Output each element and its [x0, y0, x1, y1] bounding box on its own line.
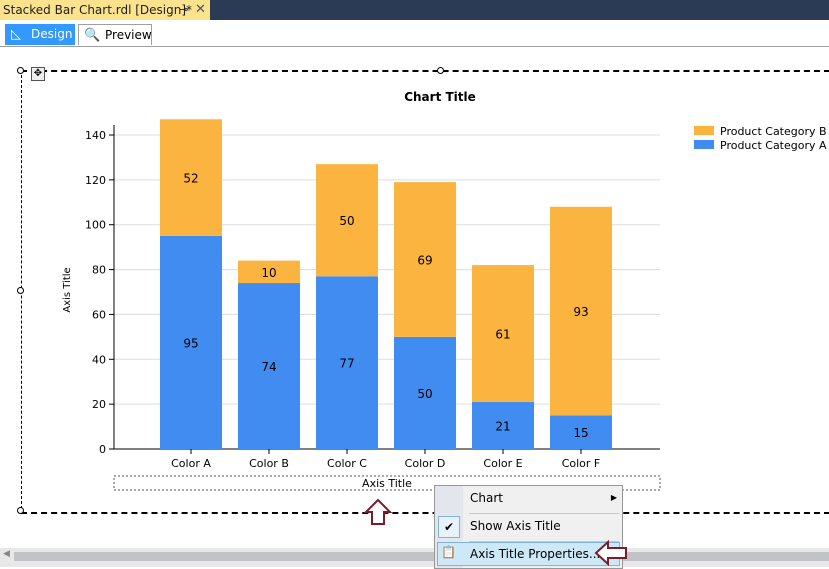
scrollbar-thumb[interactable] — [14, 552, 829, 561]
menu-item-axis-title-properties[interactable]: Axis Title Properties... — [470, 543, 600, 565]
legend-swatch — [694, 126, 714, 135]
menu-item-label: Chart — [470, 491, 503, 505]
y-tick-label: 60 — [92, 308, 106, 321]
menu-item-show-axis-title[interactable]: Show Axis Title — [470, 515, 561, 537]
data-label: 50 — [339, 214, 354, 228]
y-tick-label: 20 — [92, 398, 106, 411]
x-tick-label: Color A — [171, 457, 211, 470]
x-tick-label: Color B — [249, 457, 289, 470]
data-label: 10 — [261, 266, 276, 280]
y-tick-label: 100 — [85, 219, 106, 232]
menu-item-chart[interactable]: Chart ▶ — [470, 487, 617, 509]
properties-icon: 📋 — [441, 545, 456, 559]
submenu-arrow-icon: ▶ — [610, 493, 617, 502]
x-tick-label: Color E — [483, 457, 522, 470]
data-label: 61 — [495, 327, 510, 341]
y-tick-label: 120 — [85, 174, 106, 187]
arrow-up-annotation-icon — [363, 498, 393, 525]
data-label: 69 — [417, 253, 432, 267]
x-tick-label: Color D — [405, 457, 446, 470]
legend-swatch — [694, 140, 714, 149]
y-axis-title[interactable]: Axis Title — [62, 267, 73, 312]
stacked-bar-chart[interactable]: Chart Title Axis Title 0 20 40 60 80 100 120 14… — [0, 0, 829, 567]
menu-separator — [469, 513, 619, 514]
data-label: 74 — [261, 360, 276, 374]
menu-item-label: Axis Title Properties... — [470, 547, 601, 561]
checkmark-icon: ✔ — [438, 516, 460, 538]
x-axis-title[interactable]: Axis Title — [362, 477, 412, 490]
data-label: 50 — [417, 387, 432, 401]
legend-label: Product Category A — [720, 139, 827, 152]
data-label: 15 — [573, 426, 588, 440]
chart-title[interactable]: Chart Title — [404, 90, 476, 104]
menu-item-label: Show Axis Title — [470, 519, 561, 533]
data-label: 95 — [183, 336, 198, 350]
data-label: 52 — [183, 172, 198, 186]
y-tick-label: 80 — [92, 264, 106, 277]
data-label: 93 — [573, 305, 588, 319]
y-tick-label: 40 — [92, 353, 106, 366]
data-label: 21 — [495, 419, 510, 433]
scroll-left-icon[interactable]: ◀ — [3, 549, 10, 559]
data-label: 77 — [339, 357, 354, 371]
legend-label: Product Category B — [720, 125, 827, 138]
x-tick-label: Color F — [562, 457, 601, 470]
y-tick-label: 0 — [99, 443, 106, 456]
x-tick-label: Color C — [327, 457, 367, 470]
y-tick-label: 140 — [85, 129, 106, 142]
arrow-left-annotation-icon — [594, 540, 627, 566]
